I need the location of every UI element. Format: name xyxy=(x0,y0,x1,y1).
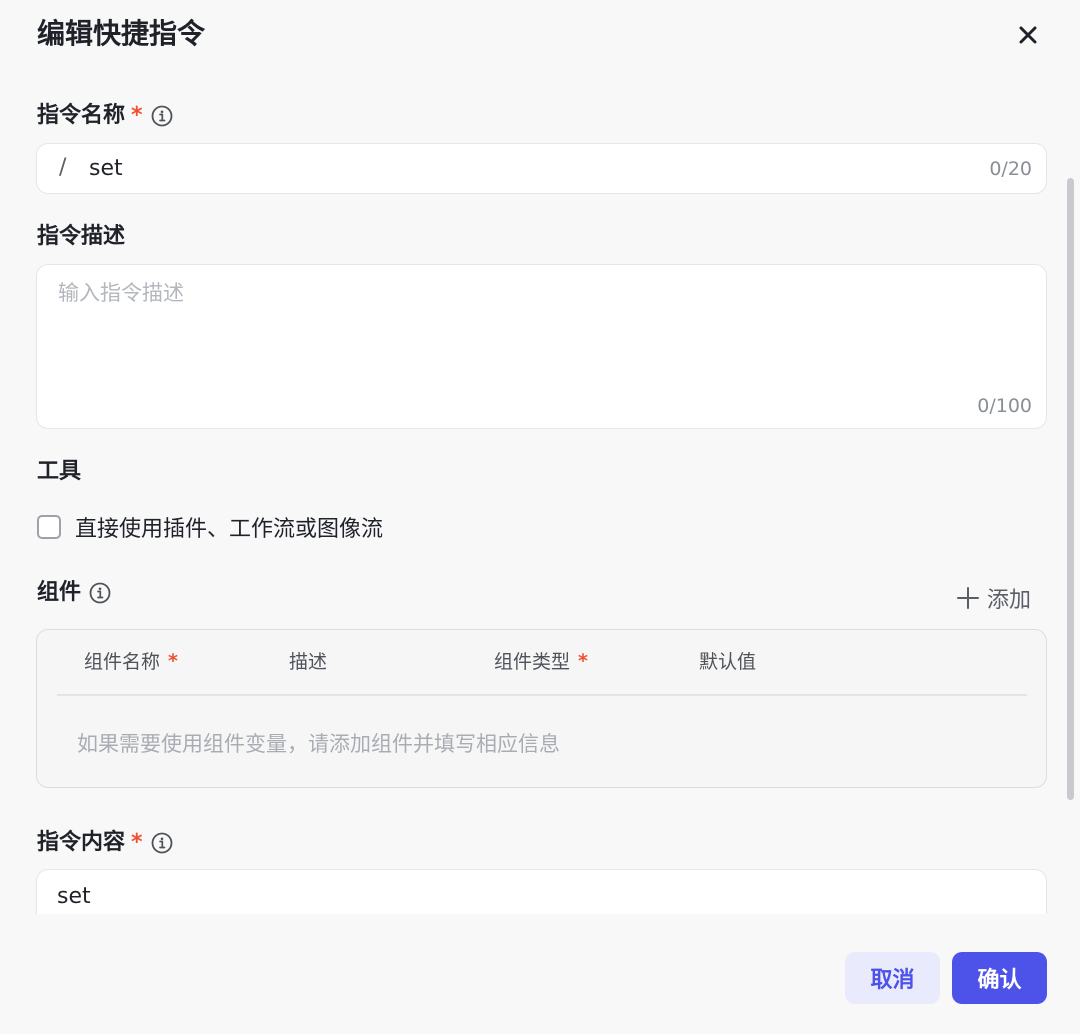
content-field-label-row: 指令内容 * xyxy=(37,828,173,858)
desc-field-label: 指令描述 xyxy=(37,224,126,249)
name-field-label: 指令名称 xyxy=(37,103,126,128)
column-header-component-name: 组件名称 * xyxy=(84,649,178,674)
components-empty-text: 如果需要使用组件变量，请添加组件并填写相应信息 xyxy=(77,732,560,756)
close-icon[interactable] xyxy=(1013,20,1043,50)
command-name-value: set xyxy=(89,156,123,181)
scrollbar[interactable] xyxy=(1067,178,1074,800)
add-component-label: 添加 xyxy=(987,588,1032,613)
column-header-component-type: 组件类型 * xyxy=(494,649,588,674)
cancel-button[interactable]: 取消 xyxy=(845,952,940,1004)
direct-use-plugin-checkbox-row[interactable]: 直接使用插件、工作流或图像流 xyxy=(37,511,383,543)
direct-use-plugin-checkbox[interactable] xyxy=(37,515,61,539)
info-icon[interactable] xyxy=(89,582,111,604)
components-label: 组件 xyxy=(37,580,82,605)
content-field-label: 指令内容 xyxy=(37,830,126,855)
tools-label-row: 工具 xyxy=(37,457,81,487)
info-icon[interactable] xyxy=(151,832,173,854)
dialog-title: 编辑快捷指令 xyxy=(37,17,206,50)
required-mark: * xyxy=(131,830,143,855)
table-divider xyxy=(57,694,1027,696)
required-mark: * xyxy=(131,103,143,128)
info-icon[interactable] xyxy=(151,105,173,127)
direct-use-plugin-label: 直接使用插件、工作流或图像流 xyxy=(75,517,384,542)
components-label-row: 组件 xyxy=(37,578,111,608)
column-header-description: 描述 xyxy=(289,651,328,673)
desc-field-label-row: 指令描述 xyxy=(37,222,125,252)
command-description-textarea[interactable]: 输入指令描述 0/100 xyxy=(36,264,1047,429)
column-header-default-value: 默认值 xyxy=(699,651,757,673)
add-component-button[interactable]: 添加 xyxy=(955,582,1031,614)
plus-icon xyxy=(957,587,979,609)
description-placeholder: 输入指令描述 xyxy=(58,281,184,305)
command-name-input[interactable]: / set 0/20 xyxy=(36,143,1047,194)
command-content-value: set xyxy=(57,884,91,909)
edit-shortcut-dialog: 编辑快捷指令 指令名称 * / set 0/20 指令描述 输入指令描述 0/1… xyxy=(0,0,1080,1034)
name-char-counter: 0/20 xyxy=(989,158,1032,180)
name-field-label-row: 指令名称 * xyxy=(37,101,173,131)
description-char-counter: 0/100 xyxy=(977,395,1032,417)
components-table: 组件名称 * 描述 组件类型 * 默认值 如果需要使用组件变量，请添加组件并填写相应… xyxy=(36,629,1047,788)
tools-label: 工具 xyxy=(37,459,82,484)
confirm-button[interactable]: 确认 xyxy=(952,952,1047,1004)
command-prefix: / xyxy=(59,155,67,180)
